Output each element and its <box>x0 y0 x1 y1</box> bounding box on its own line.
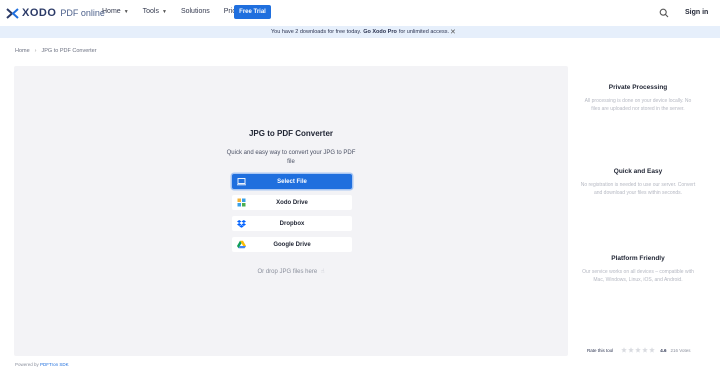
google-drive-button[interactable]: Google Drive <box>232 237 352 252</box>
star-icon[interactable] <box>628 347 635 353</box>
search-icon[interactable] <box>659 8 669 18</box>
nav-item-tools[interactable]: Tools ▼ <box>143 8 167 15</box>
page-subtitle: Quick and easy way to convert your JPG t… <box>226 150 356 165</box>
banner-tail: for unlimited access. <box>398 29 449 35</box>
powered-by: Powered by PDFTron SDK <box>15 362 69 367</box>
star-icon[interactable] <box>621 347 628 353</box>
logo-subtext: PDF online <box>60 8 105 18</box>
drop-zone-hint[interactable]: Or drop JPG files here ☝ <box>14 268 568 275</box>
star-icon[interactable] <box>635 347 642 353</box>
feature-private-processing: Private Processing All processing is don… <box>570 84 706 113</box>
star-icon[interactable] <box>649 347 656 353</box>
xodo-logo[interactable]: XODO PDF online <box>6 5 105 21</box>
top-navigation: XODO PDF online Home ▼ Tools ▼ Solutions… <box>0 0 720 26</box>
google-drive-icon <box>237 240 246 249</box>
converter-panel: JPG to PDF Converter Quick and easy way … <box>14 66 568 356</box>
breadcrumb-home[interactable]: Home <box>15 48 30 54</box>
nav-item-label: Solutions <box>180 8 210 15</box>
feature-text: No registration is needed to use our ser… <box>580 182 696 196</box>
close-icon[interactable]: ✕ <box>450 28 456 36</box>
free-trial-button[interactable]: Free Trial <box>234 5 271 19</box>
downloads-banner: You have 2 downloads for free today. Go … <box>0 26 720 38</box>
breadcrumb-separator: › <box>34 48 37 54</box>
sign-in-link[interactable]: Sign in <box>685 9 708 16</box>
chevron-down-icon: ▼ <box>161 8 167 15</box>
xodo-drive-button[interactable]: Xodo Drive <box>232 195 352 210</box>
feature-title: Quick and Easy <box>613 168 663 175</box>
banner-text: You have 2 downloads for free today. <box>271 29 362 35</box>
star-icon[interactable] <box>642 347 649 353</box>
xodo-drive-icon <box>237 198 246 207</box>
google-drive-label: Google Drive <box>273 241 311 248</box>
features-column: Private Processing All processing is don… <box>570 66 706 356</box>
xodo-logo-icon <box>6 7 19 19</box>
rating-stars <box>621 347 656 353</box>
page-title: JPG to PDF Converter <box>248 129 333 138</box>
nav-item-label: Tools <box>142 8 159 15</box>
feature-platform-friendly: Platform Friendly Our service works on a… <box>570 255 706 284</box>
chevron-down-icon: ▼ <box>123 8 129 15</box>
rating-value: 4.6 <box>660 347 667 353</box>
rating-votes: 216 Votes <box>670 347 691 353</box>
xodo-drive-label: Xodo Drive <box>276 199 308 206</box>
nav-item-home[interactable]: Home ▼ <box>102 8 129 15</box>
breadcrumb: Home › JPG to PDF Converter <box>15 48 97 54</box>
logo-text: XODO <box>22 7 57 19</box>
feature-title: Private Processing <box>608 84 668 91</box>
nav-item-label: Home <box>102 8 121 15</box>
dropbox-button[interactable]: Dropbox <box>232 216 352 231</box>
feature-title: Platform Friendly <box>611 255 665 262</box>
select-file-button[interactable]: Select File <box>232 174 352 189</box>
hand-pointer-icon: ☝ <box>320 269 325 275</box>
powered-by-text: Powered by <box>15 362 39 367</box>
breadcrumb-current: JPG to PDF Converter <box>41 48 97 54</box>
select-file-label: Select File <box>277 178 307 185</box>
pdftron-sdk-link[interactable]: PDFTron SDK <box>40 362 69 367</box>
dropbox-icon <box>237 220 246 228</box>
rating-label: Rate this tool <box>587 347 614 353</box>
dropbox-label: Dropbox <box>279 220 305 227</box>
feature-text: Our service works on all devices – compa… <box>582 269 694 283</box>
feature-quick-and-easy: Quick and Easy No registration is needed… <box>570 168 706 197</box>
laptop-icon <box>237 178 246 186</box>
go-xodo-pro-link[interactable]: Go Xodo Pro <box>363 29 397 35</box>
feature-text: All processing is done on your device lo… <box>584 98 692 112</box>
drop-zone-text: Or drop JPG files here <box>257 269 318 275</box>
nav-item-solutions[interactable]: Solutions <box>181 8 210 15</box>
rating-widget: Rate this tool 4.6 216 Votes <box>587 347 691 353</box>
